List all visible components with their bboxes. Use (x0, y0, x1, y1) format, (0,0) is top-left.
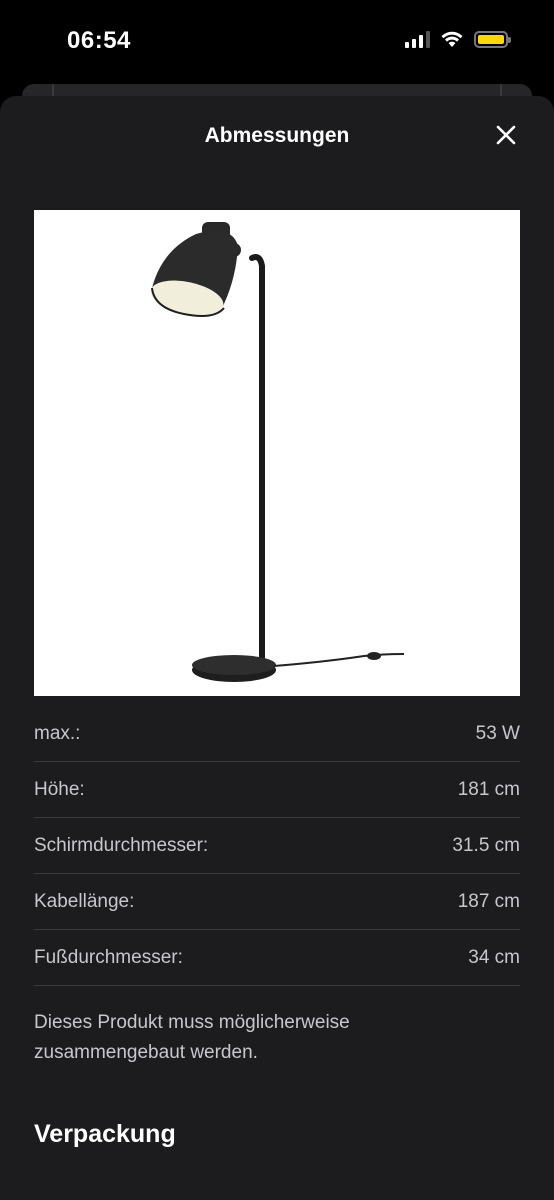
spec-label: Kabellänge: (34, 890, 135, 912)
spec-value: 187 cm (457, 890, 520, 912)
spec-row: Schirmdurchmesser: 31.5 cm (34, 818, 520, 874)
status-bar: 06:54 (0, 0, 554, 84)
spec-row: max.: 53 W (34, 706, 520, 762)
close-button[interactable] (494, 123, 518, 147)
floor-lamp-image (150, 222, 405, 682)
sheet-title: Abmessungen (204, 124, 350, 147)
spec-value: 181 cm (457, 778, 520, 800)
status-time: 06:54 (67, 27, 131, 54)
spec-row: Höhe: 181 cm (34, 762, 520, 818)
dimensions-sheet: Abmessungen max.: 53 W Höhe: 181 cm Schi… (0, 96, 554, 1200)
assembly-note: Dieses Produkt muss möglicherweise zusam… (34, 1012, 350, 1063)
spec-list: max.: 53 W Höhe: 181 cm Schirmdurchmesse… (34, 706, 520, 986)
cellular-signal-icon (405, 30, 430, 48)
spec-row: Fußdurchmesser: 34 cm (34, 930, 520, 986)
status-icons (405, 30, 511, 48)
spec-label: Höhe: (34, 778, 85, 800)
spec-value: 53 W (475, 722, 520, 744)
close-icon (496, 125, 516, 145)
packaging-heading: Verpackung (34, 1120, 176, 1148)
spec-label: Fußdurchmesser: (34, 946, 183, 968)
battery-icon (474, 30, 511, 48)
spec-label: Schirmdurchmesser: (34, 834, 209, 856)
wifi-icon (441, 31, 463, 47)
spec-value: 34 cm (468, 946, 520, 968)
spec-label: max.: (34, 722, 81, 744)
spec-row: Kabellänge: 187 cm (34, 874, 520, 930)
spec-value: 31.5 cm (452, 834, 520, 856)
product-image (34, 210, 520, 696)
